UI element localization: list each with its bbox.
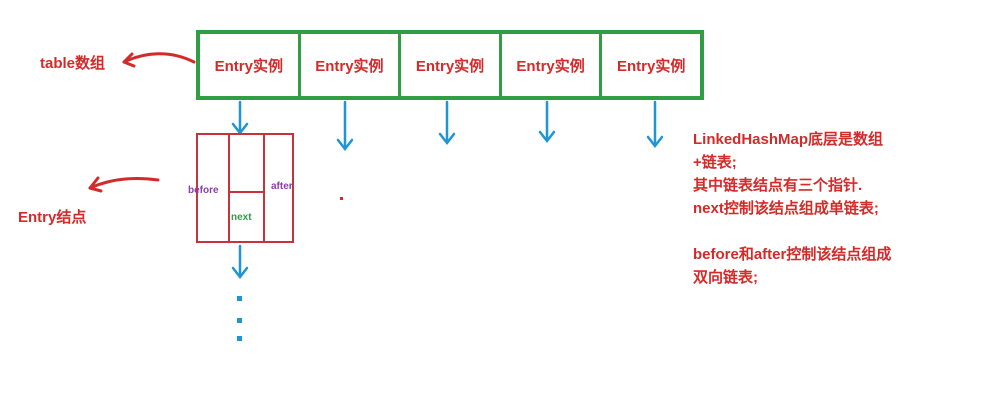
node-divider (263, 135, 265, 241)
description-line: 双向链表; (693, 269, 758, 286)
table-array-label: table数组 (40, 55, 106, 72)
entry-instance: Entry实例 (617, 57, 686, 75)
continuation-dots (237, 296, 242, 341)
table-array-arrow (122, 52, 196, 68)
description-line: 其中链表结点有三个指针. (693, 177, 863, 194)
down-arrow-4 (538, 100, 556, 144)
entry-table-array: Entry实例 Entry实例 Entry实例 Entry实例 Entry实例 (196, 30, 704, 100)
description-line: next控制该结点组成单链表; (693, 200, 879, 217)
description-text: LinkedHashMap底层是数组 +链表; 其中链表结点有三个指针. nex… (693, 128, 891, 289)
description-line (693, 220, 891, 243)
node-divider (228, 135, 230, 241)
entry-instance: Entry实例 (301, 34, 402, 96)
down-arrow-1 (231, 100, 249, 136)
description-line: before和after控制该结点组成 (693, 246, 892, 263)
entry-instance: Entry实例 (200, 34, 301, 96)
entry-instance: Entry实例 (502, 34, 603, 96)
next-down-arrow (231, 244, 249, 280)
stray-mark (340, 197, 343, 200)
description-line: +链表; (693, 154, 737, 171)
next-pointer-line (228, 191, 263, 193)
entry-node-label: Entry结点 (18, 209, 87, 226)
down-arrow-5 (646, 100, 664, 149)
before-pointer-label: before (188, 185, 219, 196)
next-pointer-label: next (231, 212, 252, 223)
entry-instance: Entry实例 (401, 34, 502, 96)
down-arrow-2 (336, 100, 354, 152)
entry-node-arrow (88, 176, 160, 193)
down-arrow-3 (438, 100, 456, 146)
after-pointer-label: after (271, 181, 293, 192)
description-line: LinkedHashMap底层是数组 (693, 131, 884, 148)
linkedhashmap-diagram: table数组 Entry结点 Entry实例 Entry实例 Entry实例 … (0, 0, 982, 402)
